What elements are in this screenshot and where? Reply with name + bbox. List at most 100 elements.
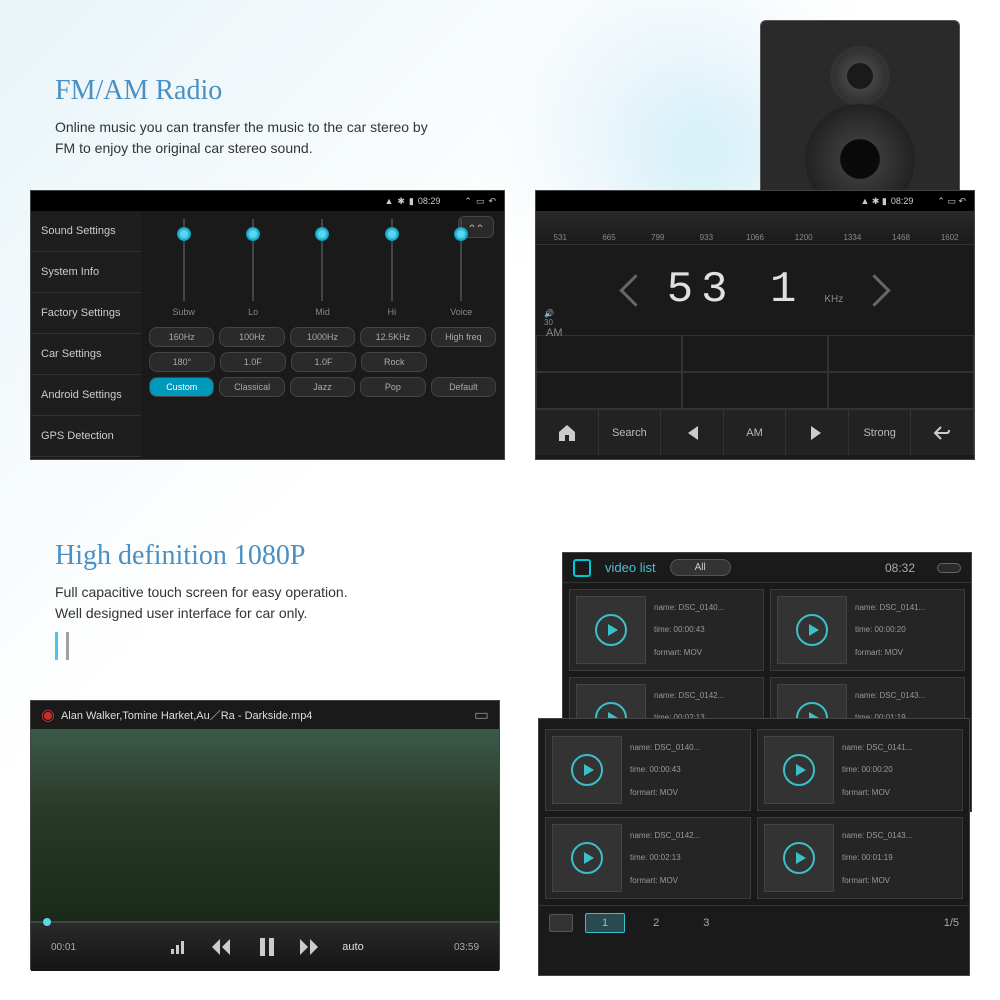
- play-icon: [783, 754, 815, 786]
- search-button[interactable]: Search: [599, 410, 662, 455]
- eq-slider-hi[interactable]: [385, 227, 399, 241]
- video-name: name: DSC_0140...: [654, 603, 757, 612]
- divider-bar: [55, 632, 69, 660]
- nav-back-icon[interactable]: ↶: [488, 196, 496, 207]
- video-name: name: DSC_0142...: [630, 831, 744, 840]
- sidebar-sound-settings[interactable]: Sound Settings: [31, 211, 141, 252]
- back-button[interactable]: [911, 410, 974, 455]
- tune-up[interactable]: [859, 274, 892, 307]
- tune-down[interactable]: [619, 274, 652, 307]
- pause-button[interactable]: [254, 934, 280, 960]
- strong-button[interactable]: Strong: [849, 410, 912, 455]
- eq-icon[interactable]: [166, 934, 192, 960]
- radio-ruler[interactable]: 531 665 799 933 1066 1200 1334 1468 1602: [536, 211, 974, 245]
- video-item[interactable]: name: DSC_0143... time: 00:01:19 formart…: [757, 817, 963, 899]
- eq-1000hz[interactable]: 1000Hz: [290, 327, 355, 347]
- prev-button[interactable]: [661, 410, 724, 455]
- video-name: name: DSC_0141...: [842, 743, 956, 752]
- eq-12khz[interactable]: 12.5KHz: [360, 327, 425, 347]
- play-icon: [796, 614, 828, 646]
- eq-100hz[interactable]: 100Hz: [219, 327, 284, 347]
- video-item[interactable]: name: DSC_0141... time: 00:00:20 formart…: [757, 729, 963, 811]
- preset-4[interactable]: [536, 372, 682, 409]
- home-button[interactable]: [536, 410, 599, 455]
- video-item[interactable]: name: DSC_0142... time: 00:02:13 formart…: [545, 817, 751, 899]
- bt-icon: ✱: [397, 196, 405, 207]
- am-button[interactable]: AM: [724, 410, 787, 455]
- video-thumbnail: [552, 736, 622, 804]
- eq-1f-b[interactable]: 1.0F: [291, 352, 357, 372]
- folder-icon[interactable]: [549, 914, 573, 932]
- eq-jazz[interactable]: Jazz: [290, 377, 355, 397]
- eq-highfreq[interactable]: High freq: [431, 327, 496, 347]
- page-3[interactable]: 3: [687, 914, 725, 932]
- preset-3[interactable]: [828, 335, 974, 372]
- next-button[interactable]: [786, 410, 849, 455]
- minimize-icon[interactable]: [937, 563, 961, 573]
- video-item[interactable]: name: DSC_0140... time: 00:00:43 formart…: [569, 589, 764, 671]
- rewind-button[interactable]: [210, 934, 236, 960]
- video-duration: time: 00:00:20: [842, 765, 956, 774]
- sidebar-car-settings[interactable]: Car Settings: [31, 334, 141, 375]
- preset-2[interactable]: [682, 335, 828, 372]
- video-title: Alan Walker,Tomine Harket,Au／Ra - Darksi…: [61, 707, 474, 723]
- duration: 03:59: [454, 942, 479, 953]
- video-item[interactable]: name: DSC_0141... time: 00:00:20 formart…: [770, 589, 965, 671]
- eq-pop[interactable]: Pop: [360, 377, 425, 397]
- preset-5[interactable]: [682, 372, 828, 409]
- volume-indicator: 🔊30: [544, 309, 554, 327]
- video-thumbnail: [576, 596, 646, 664]
- videolist-title: video list: [605, 560, 656, 575]
- progress-handle[interactable]: [43, 918, 51, 926]
- eq-1f-a[interactable]: 1.0F: [220, 352, 286, 372]
- sidebar-gps-detection[interactable]: GPS Detection: [31, 416, 141, 457]
- video-format: formart: MOV: [630, 876, 744, 885]
- eq-slider-voice[interactable]: [454, 227, 468, 241]
- video-name: name: DSC_0141...: [855, 603, 958, 612]
- video-item[interactable]: name: DSC_0140... time: 00:00:43 formart…: [545, 729, 751, 811]
- video-name: name: DSC_0143...: [855, 691, 958, 700]
- play-icon: [783, 842, 815, 874]
- video-frame[interactable]: [31, 729, 499, 923]
- battery-icon: ▮: [409, 196, 414, 207]
- video-duration: time: 00:02:13: [630, 853, 744, 862]
- filter-all[interactable]: All: [670, 559, 731, 576]
- radio-panel: ▲ ✱ ▮08:29 ⌃ ▭ ↶ 531 665 799 933 1066 12…: [535, 190, 975, 460]
- eq-rock[interactable]: Rock: [361, 352, 427, 372]
- settings-sidebar: Sound Settings System Info Factory Setti…: [31, 211, 141, 457]
- sidebar-android-settings[interactable]: Android Settings: [31, 375, 141, 416]
- video-thumbnail: [552, 824, 622, 892]
- forward-button[interactable]: [298, 934, 324, 960]
- nav-up-icon[interactable]: ⌃: [464, 196, 472, 207]
- eq-default[interactable]: Default: [431, 377, 496, 397]
- eq-slider-mid[interactable]: [315, 227, 329, 241]
- video-name: name: DSC_0142...: [654, 691, 757, 700]
- vl-time: 08:32: [885, 561, 915, 575]
- nav-square-icon[interactable]: ▭: [476, 196, 485, 207]
- eq-slider-subw[interactable]: [177, 227, 191, 241]
- preset-grid: [536, 335, 974, 409]
- status-time: 08:29: [418, 196, 441, 206]
- video-duration: time: 00:01:19: [842, 853, 956, 862]
- eq-180[interactable]: 180°: [149, 352, 215, 372]
- minimize-button[interactable]: ▭: [474, 705, 489, 725]
- eq-classical[interactable]: Classical: [219, 377, 284, 397]
- play-icon: [571, 754, 603, 786]
- page-1[interactable]: 1: [585, 913, 625, 933]
- page-info: 1/5: [944, 917, 959, 929]
- statusbar: ▲ ✱ ▮ 08:29 ⌃ ▭ ↶: [31, 191, 504, 211]
- video-format: formart: MOV: [842, 876, 956, 885]
- video-format: formart: MOV: [842, 788, 956, 797]
- eq-slider-lo[interactable]: [246, 227, 260, 241]
- eq-custom[interactable]: Custom: [149, 377, 214, 397]
- eq-160hz[interactable]: 160Hz: [149, 327, 214, 347]
- preset-6[interactable]: [828, 372, 974, 409]
- play-icon: [571, 842, 603, 874]
- sidebar-factory-settings[interactable]: Factory Settings: [31, 293, 141, 334]
- auto-button[interactable]: auto: [342, 934, 363, 960]
- preset-1[interactable]: [536, 335, 682, 372]
- video-list-front: name: DSC_0140... time: 00:00:43 formart…: [538, 718, 970, 976]
- sidebar-system-info[interactable]: System Info: [31, 252, 141, 293]
- page-2[interactable]: 2: [637, 914, 675, 932]
- video-thumbnail: [777, 596, 847, 664]
